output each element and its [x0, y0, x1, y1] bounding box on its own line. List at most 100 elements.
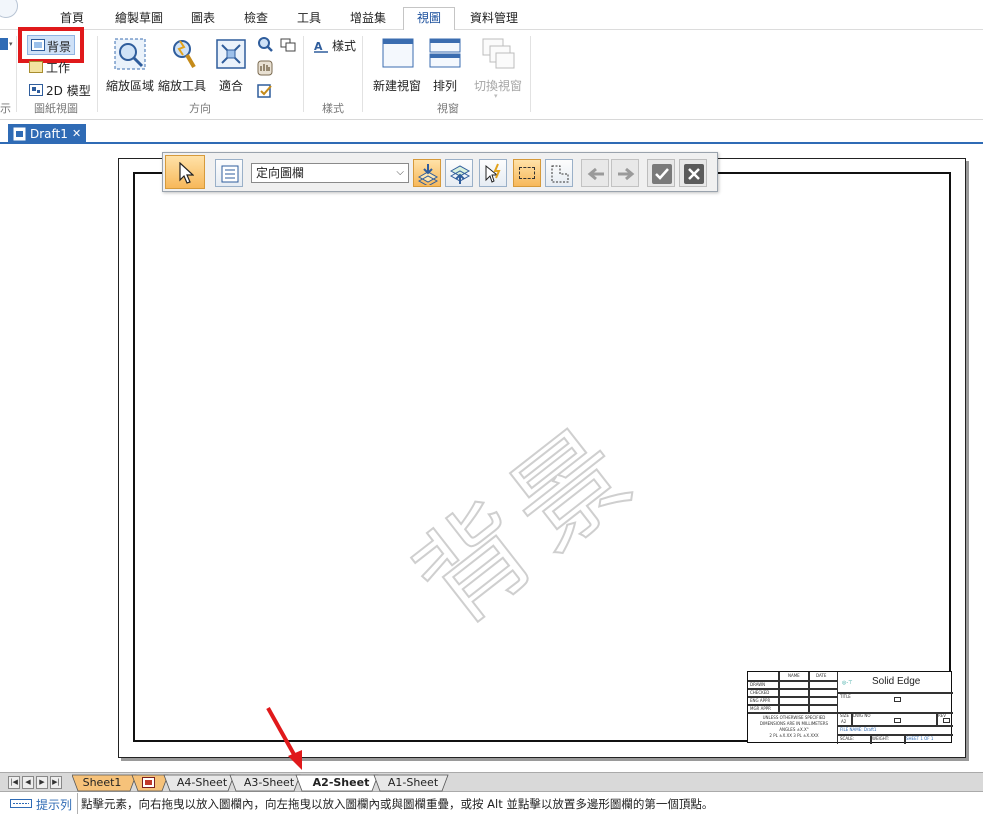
- layers-up-icon: [449, 165, 471, 184]
- layers-down-icon: [417, 164, 439, 185]
- rectangle-border-button[interactable]: [513, 159, 541, 187]
- next-sheet-button[interactable]: ▶: [36, 776, 48, 789]
- sheet-tab-sheet1[interactable]: Sheet1: [80, 775, 124, 791]
- title-label: TITLE: [840, 694, 851, 699]
- select-lightning-icon: [485, 163, 501, 183]
- prompt-bar-icon: [10, 799, 32, 808]
- select-elements-button[interactable]: [479, 159, 507, 187]
- weight-label: WEIGHT:: [872, 736, 890, 741]
- group-label-style: 樣式: [322, 102, 344, 115]
- document-tab[interactable]: Draft1 ✕: [8, 124, 86, 144]
- switch-window-button[interactable]: 切換視窗: [474, 77, 522, 94]
- polygon-icon: [551, 165, 569, 183]
- border-type-dropdown[interactable]: 定向圖欄 ⌵: [251, 163, 409, 183]
- zoom-tool-button[interactable]: 縮放工具: [158, 77, 206, 94]
- tab-addins[interactable]: 增益集: [343, 8, 393, 30]
- view-options-icon[interactable]: [257, 83, 273, 99]
- working-view-icon: [29, 61, 43, 73]
- sheet-tab-a4[interactable]: A4-Sheet: [172, 775, 232, 791]
- tab-view[interactable]: 視圖: [403, 7, 455, 31]
- sheet-tab-a2[interactable]: A2-Sheet: [306, 775, 376, 791]
- rev-envelope-icon: [943, 718, 950, 723]
- display-icon-partial[interactable]: [0, 38, 8, 50]
- dwg-envelope-icon: [894, 718, 901, 723]
- switch-window-icon: [482, 38, 515, 69]
- document-tab-label: Draft1: [30, 127, 68, 141]
- arrange-icon: [429, 38, 461, 68]
- background-sheet-tab-icon[interactable]: [142, 777, 155, 788]
- ribbon-panel: ▾ 示 背景 工作 2D 模型 圖紙視圖 縮放區域 縮放工具 適合 方向 A 樣…: [0, 27, 983, 120]
- checkmark-icon: [652, 164, 672, 184]
- eng-appr-label: ENG APPR: [750, 698, 771, 703]
- polygon-border-button[interactable]: [545, 159, 573, 187]
- tab-inspect[interactable]: 檢查: [236, 8, 276, 30]
- application-button[interactable]: [0, 0, 18, 18]
- dwg-no-label: DWG NO: [853, 713, 871, 718]
- tab-data-management[interactable]: 資料管理: [463, 8, 525, 30]
- previous-sheet-button[interactable]: ◀: [22, 776, 34, 789]
- options-button[interactable]: [215, 159, 243, 187]
- prompt-bar: 提示列 點擊元素，向右拖曳以放入圖欄內，向左拖曳以放入圖欄內或與圖欄重疊，或按 …: [0, 793, 983, 814]
- first-sheet-button[interactable]: |◀: [8, 776, 20, 789]
- close-document-icon[interactable]: ✕: [72, 124, 81, 144]
- group-label-display-partial: 示: [0, 102, 11, 115]
- new-window-button[interactable]: 新建視窗: [373, 77, 421, 94]
- prompt-bar-divider: [77, 793, 78, 814]
- annotation-arrow: [266, 707, 302, 770]
- select-tool-button[interactable]: [165, 155, 205, 189]
- dropdown-arrow-icon[interactable]: ▾: [9, 40, 13, 48]
- tab-dimension[interactable]: 圖表: [183, 8, 223, 30]
- model-2d-button[interactable]: 2D 模型: [46, 82, 91, 99]
- tab-sketch[interactable]: 繪製草圖: [108, 8, 170, 30]
- back-button[interactable]: [581, 159, 609, 187]
- border-type-value: 定向圖欄: [256, 166, 305, 180]
- send-to-back-button[interactable]: [445, 159, 473, 187]
- tolerance-notes: UNLESS OTHERWISE SPECIFIED DIMENSIONS AR…: [752, 715, 836, 739]
- fit-icon: [216, 39, 246, 69]
- previous-view-icon[interactable]: [280, 38, 296, 52]
- style-button[interactable]: 樣式: [332, 37, 356, 54]
- close-icon: [684, 164, 704, 184]
- group-label-sheet-views: 圖紙視圖: [34, 102, 78, 115]
- fit-button[interactable]: 適合: [219, 77, 243, 94]
- zoom-tool-icon: [173, 40, 196, 69]
- background-sheet-icon: [145, 780, 152, 785]
- company-logo: ◎-⊤: [842, 680, 853, 686]
- name-column-header: NAME: [788, 673, 800, 678]
- checked-label: CHECKED: [750, 690, 770, 695]
- working-view-button[interactable]: 工作: [46, 59, 70, 76]
- last-sheet-button[interactable]: ▶|: [50, 776, 62, 789]
- zoom-in-icon[interactable]: [257, 36, 273, 52]
- model-2d-icon: [29, 84, 43, 96]
- switch-window-dropdown-icon[interactable]: ▾: [494, 92, 498, 100]
- title-block: NAME DATE DRAWN CHECKED ENG APPR MGR APP…: [747, 671, 953, 744]
- group-label-window: 視窗: [437, 102, 459, 115]
- sheet-count-label: SHEET 1 OF 1: [906, 736, 934, 741]
- pan-icon[interactable]: [257, 60, 273, 76]
- arrange-button[interactable]: 排列: [433, 77, 457, 94]
- arrow-cursor-icon: [179, 162, 194, 184]
- tab-tools[interactable]: 工具: [289, 8, 329, 30]
- prompt-message: 點擊元素，向右拖曳以放入圖欄內，向左拖曳以放入圖欄內或與圖欄重疊，或按 Alt …: [81, 797, 714, 811]
- sheet-tab-a3[interactable]: A3-Sheet: [238, 775, 300, 791]
- chevron-down-icon: ⌵: [396, 167, 404, 178]
- zoom-area-icon: [114, 38, 146, 70]
- cancel-button[interactable]: [679, 159, 707, 187]
- accept-button[interactable]: [647, 159, 675, 187]
- sheet-tab-a1[interactable]: A1-Sheet: [382, 775, 444, 791]
- prompt-bar-label: 提示列: [36, 798, 73, 812]
- document-tab-bar: Draft1 ✕: [0, 122, 983, 144]
- size-value: A2: [841, 719, 847, 724]
- drawn-label: DRAWN: [750, 682, 766, 687]
- bring-to-front-button[interactable]: [413, 159, 441, 187]
- scale-label: SCALE:: [840, 736, 855, 741]
- zoom-area-button[interactable]: 縮放區域: [106, 77, 154, 94]
- rectangle-icon: [519, 167, 535, 179]
- next-button[interactable]: [611, 159, 639, 187]
- new-window-icon: [382, 38, 414, 68]
- ribbon-tab-bar: 首頁 繪製草圖 圖表 檢查 工具 增益集 視圖 資料管理: [0, 0, 983, 31]
- arrow-right-icon: [618, 167, 635, 181]
- arrow-left-icon: [587, 167, 604, 181]
- highlight-box: [18, 27, 84, 63]
- note-line: 2 PL ±X.XX 3 PL ±X.XXX: [769, 733, 819, 738]
